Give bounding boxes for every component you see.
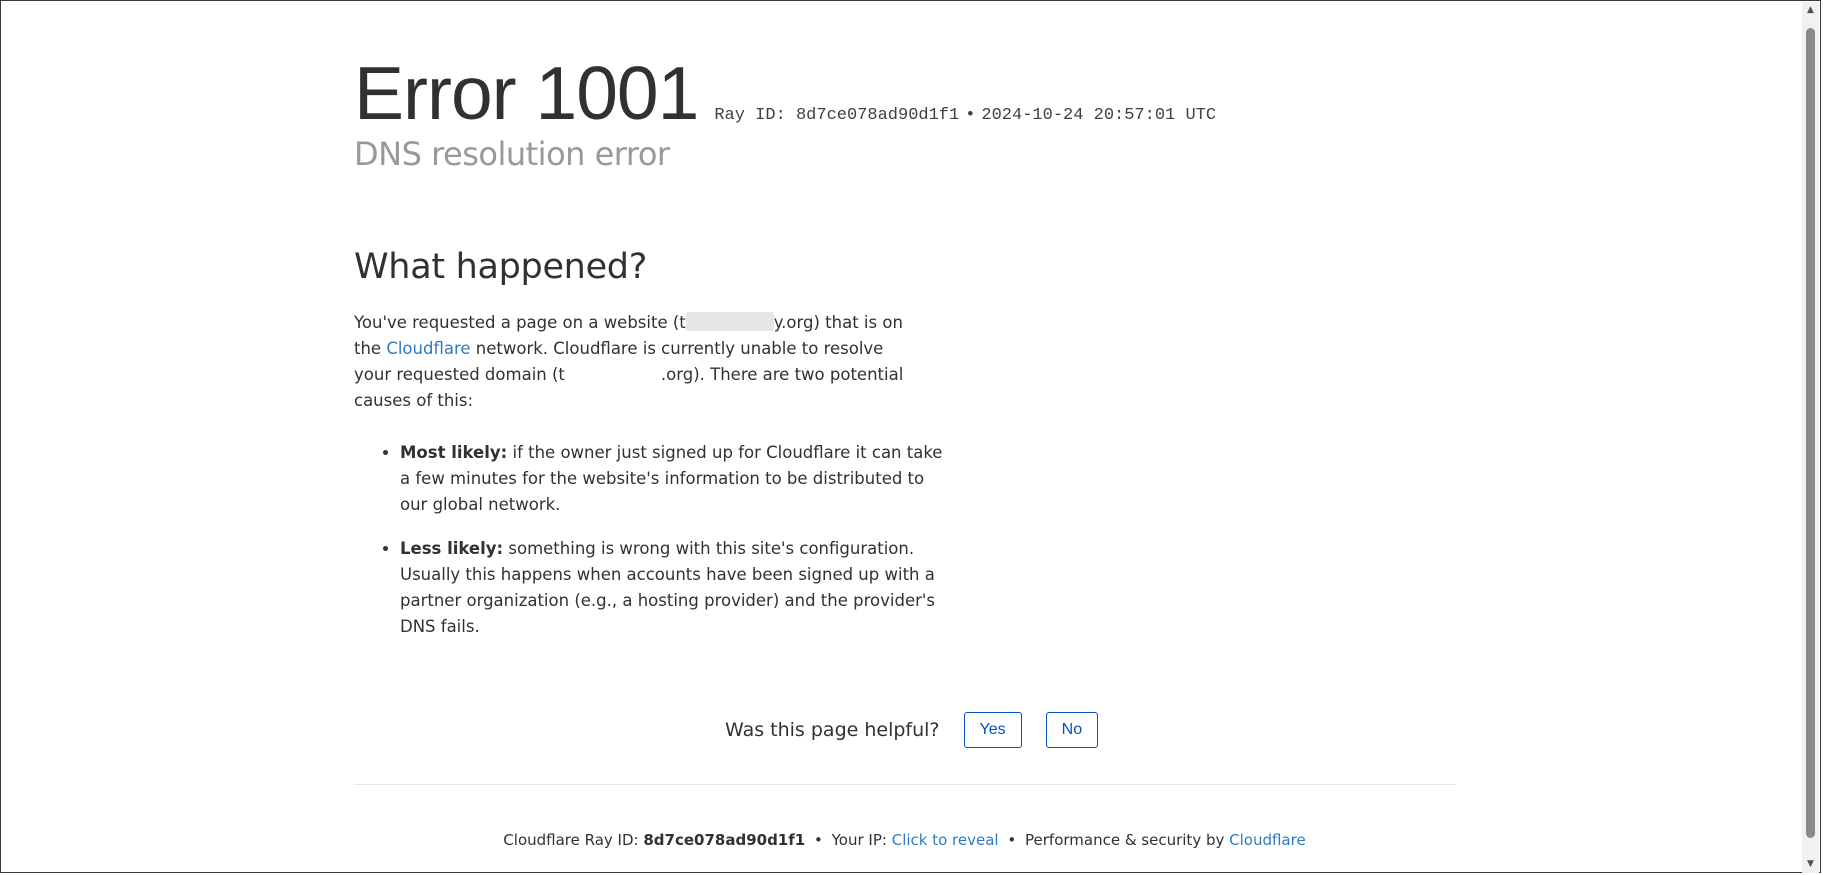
desc-part-1: You've requested a page on a website (t: [354, 313, 686, 332]
footer-perf-text: Performance & security by: [1025, 831, 1230, 849]
scroll-down-arrow-icon[interactable]: ▼: [1802, 856, 1819, 873]
vertical-scrollbar[interactable]: ▲ ▼: [1802, 2, 1819, 873]
cause-label: Most likely:: [400, 443, 508, 462]
ray-id-label: Ray ID: 8d7ce078ad90d1f1: [714, 106, 960, 125]
footer-ray-id: 8d7ce078ad90d1f1: [643, 831, 806, 849]
desc-part-4: t: [558, 365, 565, 384]
what-happened-heading: What happened?: [354, 247, 647, 287]
error-header: Error 1001 Ray ID: 8d7ce078ad90d1f1 • 2024…: [354, 53, 1216, 133]
cause-item: Less likely: something is wrong with thi…: [400, 536, 952, 640]
footer-ray-prefix: Cloudflare Ray ID:: [503, 831, 644, 849]
error-subtitle: DNS resolution error: [354, 135, 670, 173]
cloudflare-link[interactable]: Cloudflare: [386, 339, 470, 358]
redacted-domain: [685, 312, 774, 331]
footer: Cloudflare Ray ID: 8d7ce078ad90d1f1 • Yo…: [354, 831, 1455, 849]
scroll-up-arrow-icon[interactable]: ▲: [1802, 2, 1819, 19]
yes-button[interactable]: Yes: [963, 712, 1022, 748]
ray-separator: •: [965, 106, 976, 125]
footer-divider: [354, 784, 1455, 785]
footer-bullet: •: [813, 831, 823, 849]
footer-ip-prefix: Your IP:: [831, 831, 892, 849]
causes-list: Most likely: if the owner just signed up…: [354, 440, 952, 658]
footer-bullet: •: [1007, 831, 1017, 849]
feedback-question: Was this page helpful?: [725, 719, 940, 741]
no-button[interactable]: No: [1045, 712, 1099, 748]
browser-viewport: Error 1001 Ray ID: 8d7ce078ad90d1f1 • 2024…: [0, 0, 1821, 873]
scroll-thumb[interactable]: [1806, 28, 1815, 838]
ray-info: Ray ID: 8d7ce078ad90d1f1 • 2024-10-24 20:5…: [714, 106, 1216, 125]
reveal-ip-link[interactable]: Click to reveal: [892, 831, 999, 849]
redacted-domain-2: [564, 364, 661, 383]
cause-item: Most likely: if the owner just signed up…: [400, 440, 952, 518]
error-title: Error 1001: [354, 51, 699, 135]
footer-cloudflare-link[interactable]: Cloudflare: [1229, 831, 1306, 849]
feedback-section: Was this page helpful? Yes No: [725, 712, 1122, 748]
error-description: You've requested a page on a website (t y…: [354, 310, 906, 414]
error-timestamp: 2024-10-24 20:57:01 UTC: [981, 106, 1217, 125]
cause-label: Less likely:: [400, 539, 504, 558]
